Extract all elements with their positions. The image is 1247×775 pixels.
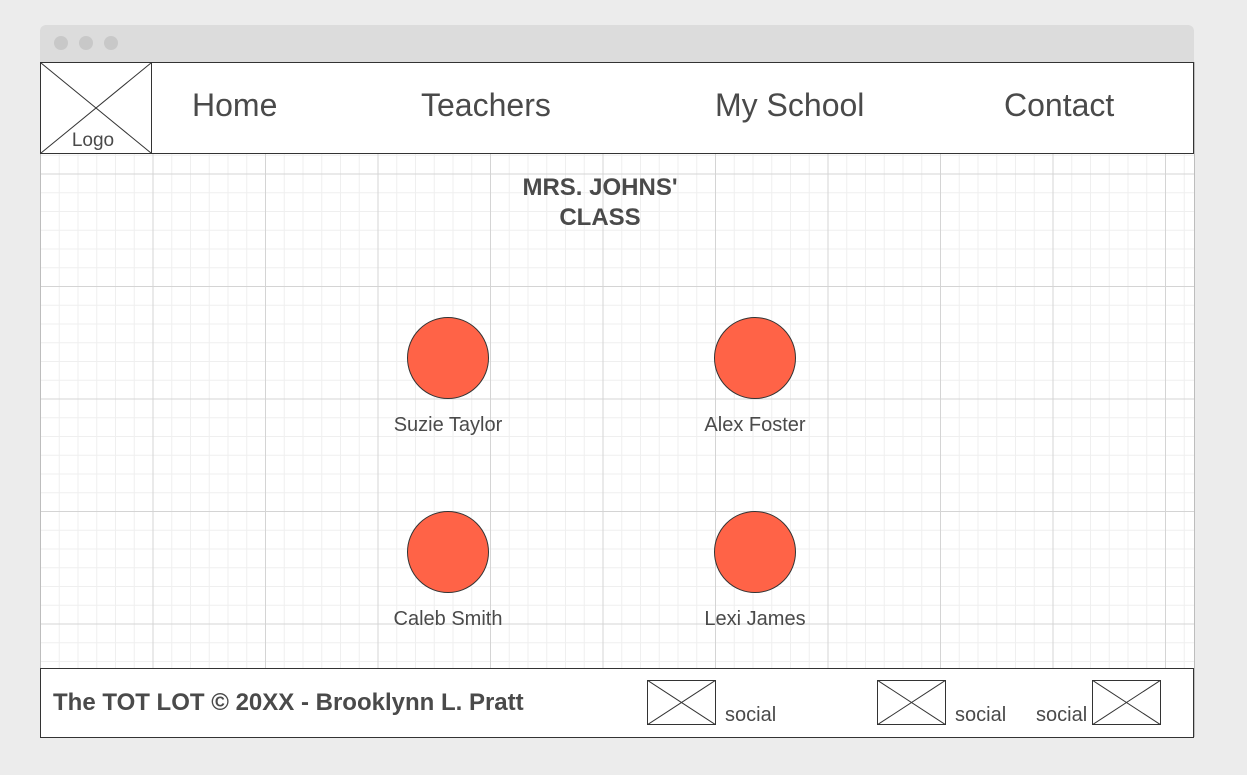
logo-label: Logo	[71, 130, 115, 151]
browser-window: Logo Home Teachers My School Contact MRS…	[40, 25, 1195, 738]
student-avatar[interactable]	[407, 317, 489, 399]
student-avatar[interactable]	[407, 511, 489, 593]
student-avatar[interactable]	[714, 511, 796, 593]
class-title-line2: CLASS	[559, 204, 641, 231]
logo-placeholder[interactable]: Logo	[41, 63, 152, 153]
window-close-dot[interactable]	[54, 36, 68, 50]
page-canvas	[40, 62, 1195, 737]
nav-my-school-link[interactable]: My School	[715, 87, 864, 124]
page-footer: The TOT LOT © 20XX - Brooklynn L. Pratt …	[40, 668, 1194, 738]
class-title: MRS. JOHNS' CLASS	[500, 173, 700, 233]
social-image-icon[interactable]	[1092, 680, 1161, 725]
window-titlebar	[40, 25, 1194, 62]
nav-teachers-link[interactable]: Teachers	[421, 87, 551, 124]
nav-contact-link[interactable]: Contact	[1004, 87, 1114, 124]
class-title-line1: MRS. JOHNS'	[522, 174, 678, 201]
top-navbar: Logo Home Teachers My School Contact	[40, 62, 1194, 154]
student-card[interactable]: Suzie Taylor	[358, 317, 538, 437]
social-image-icon[interactable]	[877, 680, 946, 725]
student-name: Lexi James	[704, 608, 806, 630]
student-name: Caleb Smith	[393, 608, 503, 630]
social-image-icon[interactable]	[647, 680, 716, 725]
social-link[interactable]: social	[955, 704, 1006, 727]
window-minimize-dot[interactable]	[79, 36, 93, 50]
student-card[interactable]: Lexi James	[665, 511, 845, 631]
student-card[interactable]: Alex Foster	[665, 317, 845, 437]
social-link[interactable]: social	[1036, 704, 1087, 727]
nav-home-link[interactable]: Home	[192, 87, 277, 124]
student-name: Suzie Taylor	[393, 414, 503, 436]
student-card[interactable]: Caleb Smith	[358, 511, 538, 631]
social-link[interactable]: social	[725, 704, 776, 727]
footer-copyright: The TOT LOT © 20XX - Brooklynn L. Pratt	[53, 689, 524, 716]
student-avatar[interactable]	[714, 317, 796, 399]
window-maximize-dot[interactable]	[104, 36, 118, 50]
student-name: Alex Foster	[704, 414, 806, 436]
